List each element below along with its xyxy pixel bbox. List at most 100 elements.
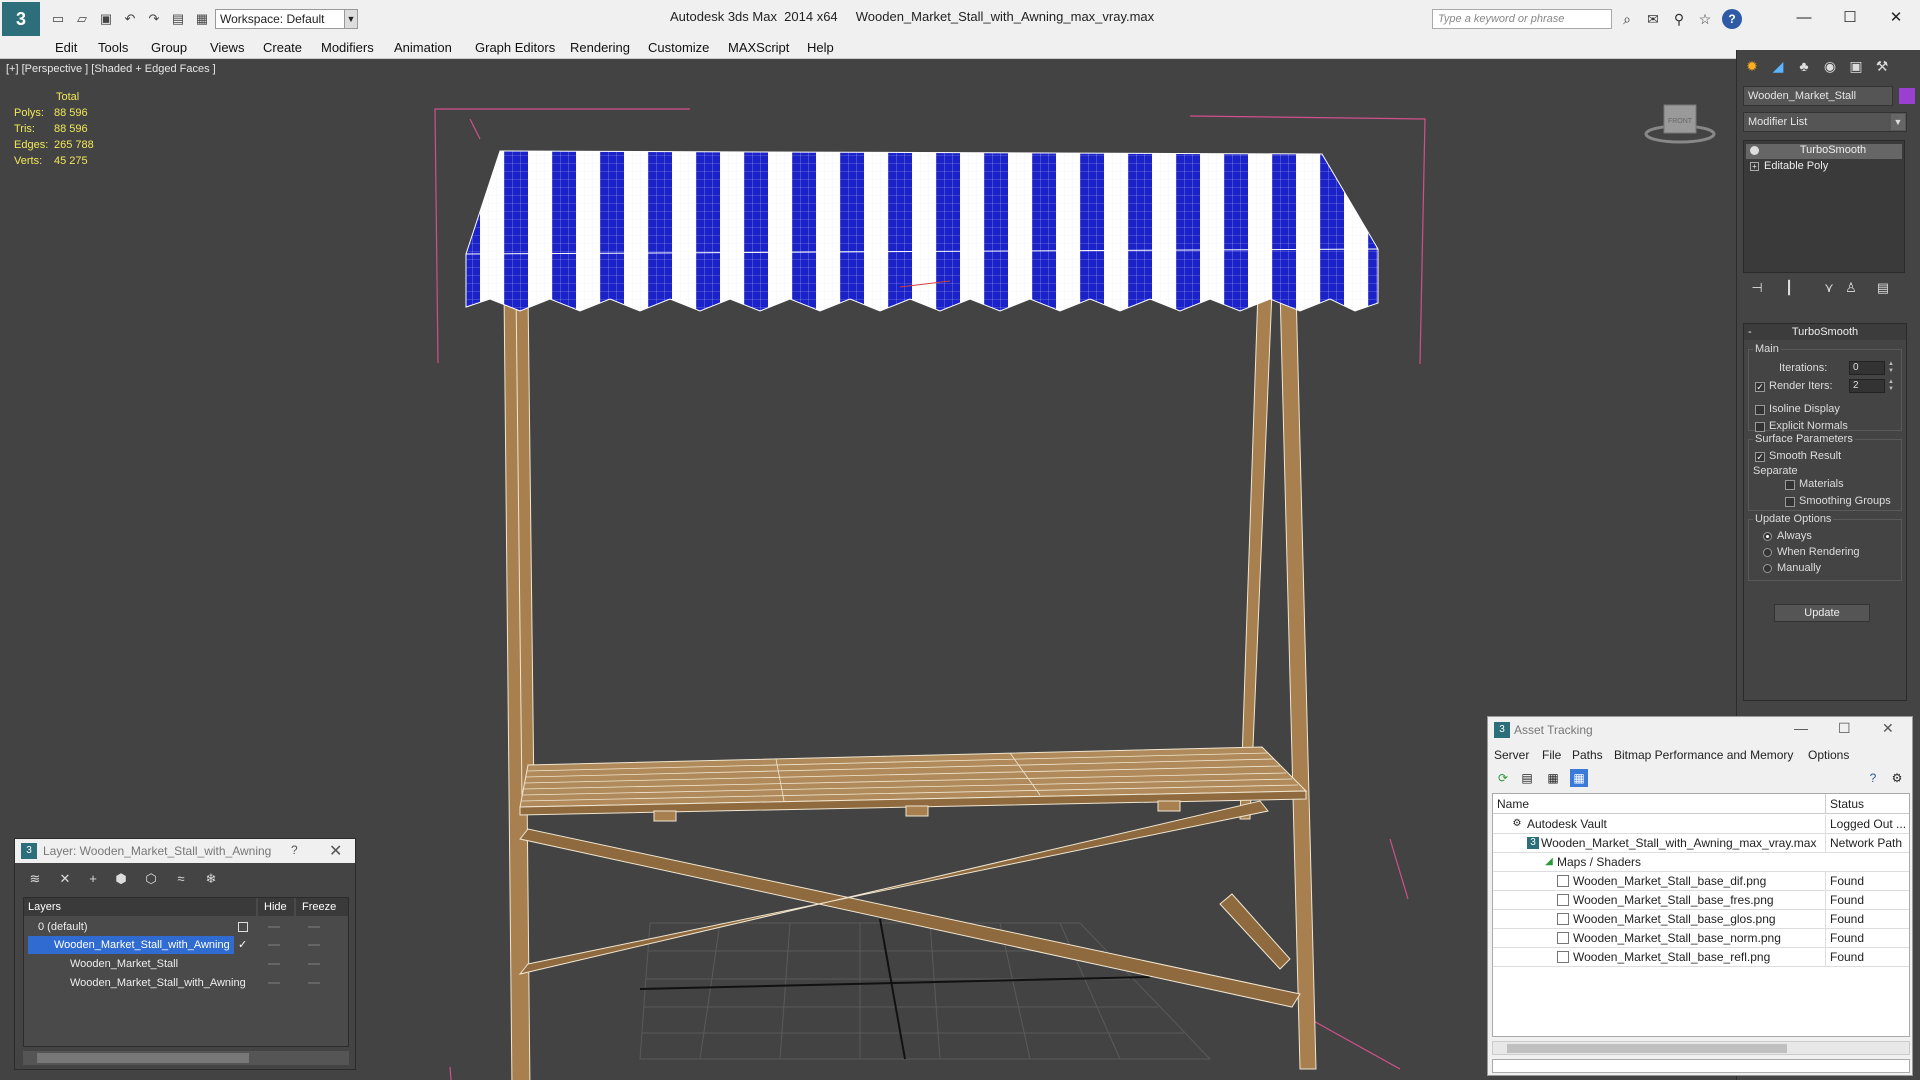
menu-bitmap-performance[interactable]: Bitmap Performance and Memory bbox=[1614, 748, 1793, 762]
viewcube[interactable]: FRONT bbox=[1640, 89, 1720, 149]
settings-icon[interactable]: ⚙ bbox=[1888, 769, 1906, 787]
chevron-down-icon[interactable]: ▼ bbox=[1891, 114, 1905, 130]
help-icon[interactable]: ? bbox=[291, 843, 298, 857]
hide-toggle[interactable] bbox=[268, 982, 280, 984]
new-file-icon[interactable]: ▭ bbox=[48, 9, 68, 29]
scrollbar-thumb[interactable] bbox=[37, 1053, 249, 1063]
make-unique-icon[interactable]: ⋎ bbox=[1819, 278, 1839, 298]
name-column-header[interactable]: Name bbox=[1493, 794, 1825, 814]
satellite-icon[interactable]: ⚲ bbox=[1670, 10, 1688, 28]
asset-row[interactable]: 3 Wooden_Market_Stall_with_Awning_max_vr… bbox=[1493, 834, 1909, 853]
utilities-tab-icon[interactable]: ⚒ bbox=[1871, 56, 1893, 76]
hold-icon[interactable]: ▤ bbox=[168, 9, 188, 29]
hide-toggle[interactable] bbox=[268, 944, 280, 946]
save-file-icon[interactable]: ▣ bbox=[96, 9, 116, 29]
lightbulb-icon[interactable] bbox=[1750, 146, 1759, 155]
help-icon[interactable]: ? bbox=[1864, 769, 1882, 787]
update-button[interactable]: Update bbox=[1774, 604, 1870, 622]
select-objects-icon[interactable]: ⬢ bbox=[111, 869, 131, 889]
menu-graph-editors[interactable]: Graph Editors bbox=[475, 40, 555, 55]
hide-toggle[interactable] bbox=[268, 926, 280, 928]
freeze-toggle[interactable] bbox=[308, 926, 320, 928]
isoline-display-checkbox[interactable] bbox=[1755, 405, 1765, 415]
layer-window-title-bar[interactable]: 3 Layer: Wooden_Market_Stall_with_Awning… bbox=[15, 839, 355, 863]
layer-row[interactable]: Wooden_Market_Stall_with_Awning bbox=[24, 974, 348, 992]
manually-radio[interactable] bbox=[1763, 564, 1772, 573]
status-column-header[interactable]: Status bbox=[1825, 794, 1909, 814]
configure-modifier-sets-icon[interactable]: ▤ bbox=[1873, 278, 1893, 298]
smoothing-groups-checkbox[interactable] bbox=[1785, 497, 1795, 507]
display-tab-icon[interactable]: ▣ bbox=[1845, 56, 1867, 76]
close-icon[interactable]: ✕ bbox=[329, 841, 342, 861]
menu-help[interactable]: Help bbox=[807, 40, 834, 55]
hide-toggle[interactable] bbox=[268, 963, 280, 965]
hierarchy-tab-icon[interactable]: ♣ bbox=[1793, 56, 1815, 76]
asset-row[interactable]: Wooden_Market_Stall_base_glos.png Found bbox=[1493, 910, 1909, 929]
spinner-arrows-icon[interactable]: ▲ ▼ bbox=[1887, 361, 1895, 375]
render-iters-spinner[interactable]: 2 bbox=[1849, 379, 1885, 393]
chevron-down-icon[interactable]: ▼ bbox=[344, 9, 358, 29]
close-button[interactable]: ✕ bbox=[1882, 720, 1894, 737]
horizontal-scrollbar[interactable] bbox=[23, 1051, 349, 1065]
layer-row[interactable]: Wooden_Market_Stall bbox=[24, 955, 348, 973]
rollout-header[interactable]: - TurboSmooth bbox=[1744, 324, 1906, 340]
menu-tools[interactable]: Tools bbox=[98, 40, 128, 55]
search-input[interactable]: Type a keyword or phrase bbox=[1432, 9, 1612, 29]
render-iters-checkbox[interactable]: ✓ bbox=[1755, 382, 1765, 392]
modifier-list-dropdown[interactable]: Modifier List bbox=[1743, 112, 1907, 132]
freeze-column-header[interactable]: Freeze bbox=[296, 898, 348, 916]
menu-rendering[interactable]: Rendering bbox=[570, 40, 630, 55]
asset-row[interactable]: ◢ Maps / Shaders bbox=[1493, 853, 1909, 872]
minimize-button[interactable]: — bbox=[1794, 720, 1808, 736]
horizontal-scrollbar[interactable] bbox=[1492, 1041, 1910, 1055]
object-name-field[interactable]: Wooden_Market_Stall bbox=[1743, 86, 1893, 106]
spinner-arrows-icon[interactable]: ▲ ▼ bbox=[1887, 379, 1895, 393]
table-view-icon[interactable]: ▦ bbox=[1570, 769, 1588, 787]
layers-column-header[interactable]: Layers bbox=[24, 898, 256, 916]
asset-row[interactable]: Wooden_Market_Stall_base_dif.png Found bbox=[1493, 872, 1909, 891]
asset-row[interactable]: ⚙ Autodesk Vault Logged Out ... bbox=[1493, 815, 1909, 834]
show-end-result-icon[interactable]: ┃ bbox=[1779, 278, 1799, 298]
layer-row[interactable]: Wooden_Market_Stall_with_Awning ✓ bbox=[24, 936, 348, 954]
workspace-selector[interactable]: Workspace: Default bbox=[215, 9, 345, 29]
menu-customize[interactable]: Customize bbox=[648, 40, 709, 55]
motion-tab-icon[interactable]: ◉ bbox=[1819, 56, 1841, 76]
select-layers-icon[interactable]: ⬡ bbox=[141, 869, 161, 889]
explicit-normals-checkbox[interactable] bbox=[1755, 422, 1765, 432]
new-layer-icon[interactable]: ≋ bbox=[25, 869, 45, 889]
stack-item-editable-poly[interactable]: + Editable Poly bbox=[1746, 160, 1902, 175]
menu-maxscript[interactable]: MAXScript bbox=[728, 40, 789, 55]
always-radio[interactable] bbox=[1763, 532, 1772, 541]
menu-group[interactable]: Group bbox=[151, 40, 187, 55]
menu-modifiers[interactable]: Modifiers bbox=[321, 40, 374, 55]
menu-file[interactable]: File bbox=[1542, 748, 1561, 762]
close-button[interactable]: ✕ bbox=[1876, 6, 1916, 30]
menu-options[interactable]: Options bbox=[1808, 748, 1849, 762]
delete-layer-icon[interactable]: ✕ bbox=[55, 869, 75, 889]
freeze-toggle[interactable] bbox=[308, 963, 320, 965]
materials-checkbox[interactable] bbox=[1785, 480, 1795, 490]
create-tab-icon[interactable]: ✹ bbox=[1741, 56, 1763, 76]
asset-row[interactable]: Wooden_Market_Stall_base_fres.png Found bbox=[1493, 891, 1909, 910]
expand-plus-icon[interactable]: + bbox=[1750, 162, 1759, 171]
undo-icon[interactable]: ↶ bbox=[120, 9, 140, 29]
iterations-spinner[interactable]: 0 bbox=[1849, 361, 1885, 375]
menu-paths[interactable]: Paths bbox=[1572, 748, 1603, 762]
asset-row[interactable]: Wooden_Market_Stall_base_norm.png Found bbox=[1493, 929, 1909, 948]
list-view-icon[interactable]: ▤ bbox=[1518, 769, 1536, 787]
hide-column-header[interactable]: Hide bbox=[258, 898, 294, 916]
menu-views[interactable]: Views bbox=[210, 40, 244, 55]
modify-tab-icon[interactable]: ◢ bbox=[1767, 56, 1789, 76]
redo-icon[interactable]: ↷ bbox=[144, 9, 164, 29]
communication-center-icon[interactable]: ✉ bbox=[1644, 10, 1662, 28]
scrollbar-thumb[interactable] bbox=[1507, 1044, 1787, 1053]
project-folder-icon[interactable]: ▦ bbox=[192, 9, 212, 29]
smooth-result-checkbox[interactable]: ✓ bbox=[1755, 452, 1765, 462]
when-rendering-radio[interactable] bbox=[1763, 548, 1772, 557]
freeze-toggle[interactable] bbox=[308, 944, 320, 946]
hide-all-layers-icon[interactable]: ≈ bbox=[171, 869, 191, 889]
current-layer-icon[interactable] bbox=[238, 922, 248, 932]
binoculars-icon[interactable]: ⌕ bbox=[1618, 10, 1636, 28]
favorites-star-icon[interactable]: ☆ bbox=[1696, 10, 1714, 28]
remove-modifier-icon[interactable]: ♙ bbox=[1841, 278, 1861, 298]
